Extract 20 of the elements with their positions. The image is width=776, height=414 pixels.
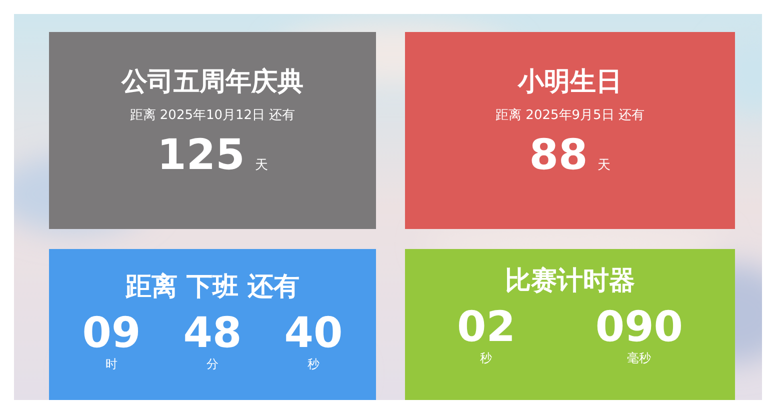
days-count: 125 [157, 130, 245, 180]
event-title: 公司五周年庆典 [122, 66, 304, 98]
timer-title: 比赛计时器 [505, 265, 635, 297]
days-count: 88 [529, 130, 588, 180]
unit-label: 天 [254, 157, 268, 174]
unit-label: 毫秒 [627, 351, 652, 365]
target-date: 距离 2025年9月5日 还有 [496, 108, 644, 124]
time-value: 40 [284, 309, 343, 357]
unit-label: 时 [105, 357, 118, 371]
unit-label: 秒 [307, 357, 320, 371]
time-value: 090 [595, 303, 684, 351]
unit-label: 分 [206, 357, 218, 371]
target-date: 距离 2025年10月12日 还有 [130, 108, 296, 124]
timer-title: 距离 下班 还有 [125, 271, 300, 303]
time-value: 02 [456, 303, 516, 351]
time-value: 48 [183, 309, 242, 357]
event-title: 小明生日 [518, 66, 622, 98]
unit-label: 天 [598, 157, 611, 174]
time-value: 09 [82, 309, 141, 357]
unit-label: 秒 [480, 351, 492, 365]
